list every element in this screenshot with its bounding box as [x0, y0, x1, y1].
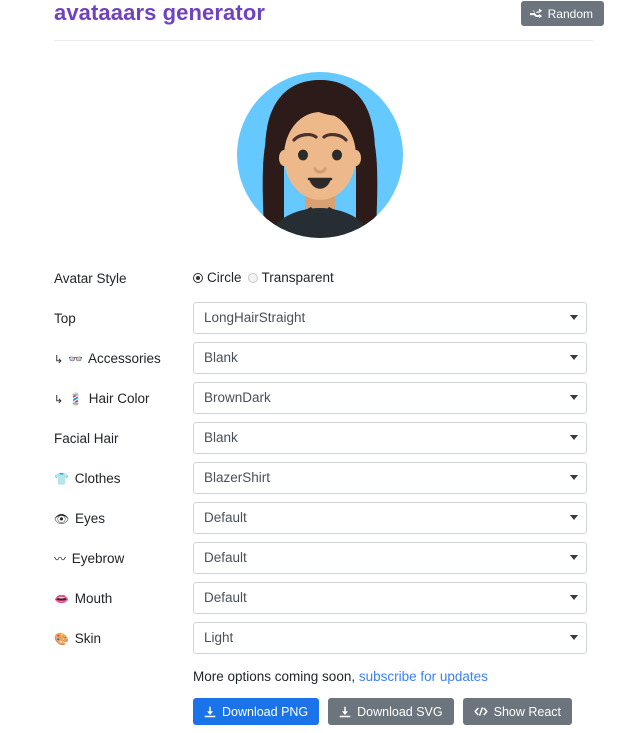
- label-eyes-text: Eyes: [75, 511, 106, 526]
- form-row-eyebrow: 〰 Eyebrow Default: [0, 542, 637, 582]
- label-top: Top: [54, 310, 76, 328]
- field-eyebrow: Default: [193, 542, 587, 574]
- radio-circle-label: Circle: [207, 270, 242, 285]
- field-hair-color: BrownDark: [193, 382, 587, 414]
- form-row-avatar-style: Avatar Style Circle Transparent: [0, 262, 637, 302]
- shirt-icon: 👕: [54, 472, 69, 486]
- mouth-icon: 👄: [54, 592, 69, 606]
- label-clothes: 👕 Clothes: [54, 470, 121, 488]
- download-icon: [204, 706, 216, 718]
- form-row-top: Top LongHairStraight: [0, 302, 637, 342]
- form-row-accessories: ↳ 👓 Accessories Blank: [0, 342, 637, 382]
- form-row-skin: 🎨 Skin Light: [0, 622, 637, 662]
- label-mouth: 👄 Mouth: [54, 590, 112, 608]
- footer-note: More options coming soon, subscribe for …: [193, 669, 488, 684]
- download-png-label: Download PNG: [222, 704, 309, 719]
- label-hair-color: ↳ 💈 Hair Color: [54, 390, 149, 409]
- avataaars-generator-page: avataaars generator Random Avatar Style …: [0, 0, 637, 733]
- show-react-button[interactable]: Show React: [462, 698, 573, 725]
- avatar-svg: [237, 72, 403, 238]
- sub-arrow-icon: ↳: [54, 354, 64, 366]
- glasses-icon: 👓: [67, 352, 83, 366]
- select-skin[interactable]: Light: [193, 622, 587, 654]
- field-facial-hair: Blank: [193, 422, 587, 454]
- action-button-bar: Download PNG Download SVG Show React: [193, 698, 573, 725]
- field-mouth: Default: [193, 582, 587, 614]
- radio-circle[interactable]: Circle: [193, 270, 242, 285]
- form-row-mouth: 👄 Mouth Default: [0, 582, 637, 622]
- select-facial-hair[interactable]: Blank: [193, 422, 587, 454]
- shuffle-icon: [529, 8, 543, 19]
- eye-icon: 👁: [54, 512, 70, 526]
- label-eyebrow-text: Eyebrow: [71, 551, 125, 566]
- palette-icon: 🎨: [54, 632, 69, 646]
- subscribe-link[interactable]: subscribe for updates: [359, 669, 488, 684]
- field-top: LongHairStraight: [193, 302, 587, 334]
- select-mouth[interactable]: Default: [193, 582, 587, 614]
- label-facial-hair: Facial Hair: [54, 430, 119, 448]
- label-top-text: Top: [54, 311, 76, 326]
- select-eyebrow[interactable]: Default: [193, 542, 587, 574]
- header-divider: [54, 40, 593, 41]
- field-clothes: BlazerShirt: [193, 462, 587, 494]
- select-hair-color[interactable]: BrownDark: [193, 382, 587, 414]
- options-form: Avatar Style Circle Transparent Top Long…: [0, 262, 637, 662]
- label-accessories: ↳ 👓 Accessories: [54, 350, 161, 369]
- select-top[interactable]: LongHairStraight: [193, 302, 587, 334]
- sub-arrow-icon: ↳: [54, 394, 64, 406]
- download-png-button[interactable]: Download PNG: [193, 698, 320, 725]
- field-accessories: Blank: [193, 342, 587, 374]
- download-svg-label: Download SVG: [357, 704, 443, 719]
- radio-transparent-label: Transparent: [261, 270, 334, 285]
- label-skin-text: Skin: [74, 631, 101, 646]
- label-avatar-style: Avatar Style: [54, 271, 127, 286]
- code-icon: [474, 706, 488, 717]
- label-eyebrow: 〰 Eyebrow: [54, 550, 124, 568]
- form-row-eyes: 👁 Eyes Default: [0, 502, 637, 542]
- label-facial-hair-text: Facial Hair: [54, 431, 119, 446]
- hair-color-icon: 💈: [67, 392, 83, 406]
- radio-transparent-dot[interactable]: [247, 272, 258, 283]
- label-skin: 🎨 Skin: [54, 630, 101, 648]
- select-clothes[interactable]: BlazerShirt: [193, 462, 587, 494]
- label-eyes: 👁 Eyes: [54, 510, 105, 528]
- random-button-label: Random: [547, 6, 593, 21]
- label-mouth-text: Mouth: [74, 591, 113, 606]
- download-icon: [339, 706, 351, 718]
- label-hair-color-text: Hair Color: [88, 391, 150, 406]
- eyebrow-icon: 〰: [54, 552, 67, 566]
- avatar-style-radio-group[interactable]: Circle Transparent: [193, 270, 334, 285]
- label-clothes-text: Clothes: [74, 471, 121, 486]
- footer-note-text: More options coming soon,: [193, 669, 359, 684]
- field-skin: Light: [193, 622, 587, 654]
- form-row-clothes: 👕 Clothes BlazerShirt: [0, 462, 637, 502]
- page-header: avataaars generator Random: [0, 0, 637, 41]
- page-title: avataaars generator: [54, 0, 266, 25]
- random-button[interactable]: Random: [520, 1, 604, 26]
- form-row-hair-color: ↳ 💈 Hair Color BrownDark: [0, 382, 637, 422]
- select-accessories[interactable]: Blank: [193, 342, 587, 374]
- select-eyes[interactable]: Default: [193, 502, 587, 534]
- show-react-label: Show React: [493, 704, 562, 719]
- radio-circle-dot[interactable]: [193, 272, 203, 283]
- radio-transparent[interactable]: Transparent: [247, 270, 334, 285]
- field-eyes: Default: [193, 502, 587, 534]
- label-accessories-text: Accessories: [87, 351, 161, 366]
- form-row-facial-hair: Facial Hair Blank: [0, 422, 637, 462]
- avatar-preview: [237, 60, 403, 250]
- download-svg-button[interactable]: Download SVG: [328, 698, 454, 725]
